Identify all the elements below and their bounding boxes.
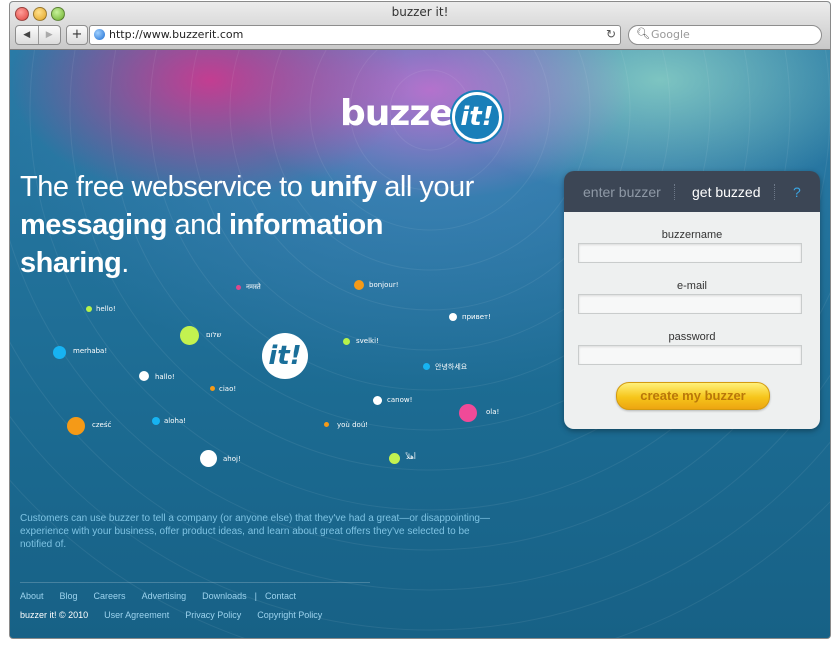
bubble-dot bbox=[210, 386, 215, 391]
tab-enter-buzzer[interactable]: enter buzzer bbox=[583, 184, 661, 200]
create-buzzer-button[interactable]: create my buzzer bbox=[616, 382, 770, 410]
buzzername-input[interactable] bbox=[578, 243, 802, 263]
footer-link-copyright-policy[interactable]: Copyright Policy bbox=[257, 610, 322, 620]
bubble-label: hallo! bbox=[155, 373, 175, 381]
search-field[interactable]: 🔍︎ Google bbox=[628, 25, 822, 45]
buzzername-label: buzzername bbox=[661, 229, 723, 241]
bubble-dot bbox=[139, 371, 149, 381]
reload-icon[interactable]: ↻ bbox=[606, 27, 616, 41]
tab-get-buzzed[interactable]: get buzzed bbox=[692, 184, 761, 200]
bubble-dot bbox=[53, 346, 66, 359]
bubble-label: svelki! bbox=[356, 337, 379, 345]
logo-wordmark: buzzer bbox=[340, 93, 470, 134]
bubble-dot bbox=[180, 326, 199, 345]
browser-window: buzzer it! ◀ ▶ + http://www.buzzerit.com… bbox=[9, 1, 831, 639]
headline-text: . bbox=[121, 247, 129, 279]
bubble-label: أهلاً bbox=[406, 453, 416, 461]
headline-text: and bbox=[167, 209, 229, 241]
footer-link-blog[interactable]: Blog bbox=[60, 591, 78, 601]
forward-button[interactable]: ▶ bbox=[37, 26, 61, 44]
footer-link-privacy-policy[interactable]: Privacy Policy bbox=[185, 610, 241, 620]
headline-emphasis: information bbox=[229, 209, 384, 241]
bubble-label: aloha! bbox=[164, 417, 187, 425]
headline-text: all your bbox=[376, 171, 474, 203]
footer-link-careers[interactable]: Careers bbox=[94, 591, 126, 601]
history-nav: ◀ ▶ bbox=[15, 25, 61, 45]
plus-icon: + bbox=[71, 27, 83, 42]
bubble-label: שלום bbox=[206, 331, 222, 339]
headline-emphasis: messaging bbox=[20, 209, 168, 241]
bubble-label: merhaba! bbox=[73, 347, 108, 355]
bubble-label: ciao! bbox=[219, 385, 237, 393]
bubble-dot bbox=[354, 280, 364, 290]
bubble-dot bbox=[67, 417, 85, 435]
footer-link-downloads[interactable]: Downloads bbox=[202, 591, 247, 601]
bubble-dot bbox=[459, 404, 477, 422]
tab-divider bbox=[774, 184, 776, 200]
footer-link-user-agreement[interactable]: User Agreement bbox=[104, 610, 169, 620]
bubble-label: ola! bbox=[486, 408, 500, 416]
bubble-label: bonjour! bbox=[369, 281, 399, 289]
bubble-label: 안녕하세요 bbox=[435, 363, 468, 371]
search-icon: 🔍︎ bbox=[636, 27, 650, 40]
headline-emphasis: unify bbox=[309, 171, 377, 203]
footer-nav: About Blog Careers Advertising Downloads… bbox=[20, 591, 296, 601]
add-bookmark-button[interactable]: + bbox=[66, 25, 88, 45]
bubble-dot bbox=[343, 338, 350, 345]
bubble-label: hello! bbox=[96, 305, 116, 313]
panel-tabs: enter buzzer get buzzed ? bbox=[564, 171, 820, 212]
footer-link-contact[interactable]: Contact bbox=[265, 591, 296, 601]
logo-badge: it! bbox=[452, 92, 502, 142]
bubble-dot bbox=[236, 285, 241, 290]
tab-divider bbox=[674, 184, 676, 200]
email-label: e-mail bbox=[677, 280, 707, 292]
web-page: buzzer it! The free webservice to unify … bbox=[10, 50, 830, 638]
bubble-dot bbox=[86, 306, 92, 312]
email-input[interactable] bbox=[578, 294, 802, 314]
signup-form: buzzername e-mail password create my buz… bbox=[564, 212, 820, 429]
footer-link-about[interactable]: About bbox=[20, 591, 44, 601]
browser-titlebar: buzzer it! ◀ ▶ + http://www.buzzerit.com… bbox=[10, 2, 830, 50]
bubble-dot bbox=[152, 417, 160, 425]
footer-legal: buzzer it! © 2010 User Agreement Privacy… bbox=[20, 610, 338, 620]
bubble-label: привет! bbox=[462, 313, 491, 321]
footer-separator: | bbox=[254, 591, 257, 601]
headline-text: The free webservice to bbox=[20, 171, 310, 203]
password-label: password bbox=[668, 331, 716, 343]
back-button[interactable]: ◀ bbox=[16, 26, 38, 44]
page-headline: The free webservice to unify all your me… bbox=[20, 168, 490, 282]
bubble-dot bbox=[423, 363, 430, 370]
address-bar[interactable]: http://www.buzzerit.com ↻ bbox=[89, 25, 621, 45]
bubble-label: canow! bbox=[387, 396, 413, 404]
description-text: Customers can use buzzer to tell a compa… bbox=[20, 513, 490, 550]
forward-arrow-icon: ▶ bbox=[45, 30, 53, 40]
footer-divider bbox=[20, 582, 370, 583]
footer-link-advertising[interactable]: Advertising bbox=[142, 591, 187, 601]
search-placeholder: Google bbox=[651, 28, 690, 41]
copyright-text: buzzer it! © 2010 bbox=[20, 610, 89, 620]
signup-panel: enter buzzer get buzzed ? buzzername e-m… bbox=[564, 171, 820, 429]
bubble-label: ahoj! bbox=[223, 455, 241, 463]
back-arrow-icon: ◀ bbox=[23, 30, 31, 40]
bubble-label: नमस्ते bbox=[246, 283, 261, 291]
password-input[interactable] bbox=[578, 345, 802, 365]
bubble-dot bbox=[324, 422, 329, 427]
center-it-badge: it! bbox=[262, 333, 308, 379]
globe-icon bbox=[94, 29, 105, 40]
bubble-dot bbox=[389, 453, 400, 464]
headline-emphasis: sharing bbox=[20, 247, 122, 279]
address-url[interactable]: http://www.buzzerit.com bbox=[109, 28, 243, 41]
help-link[interactable]: ? bbox=[793, 184, 801, 200]
bubble-label: yoù doú! bbox=[337, 421, 369, 429]
window-title: buzzer it! bbox=[391, 5, 449, 19]
bubble-dot bbox=[373, 396, 382, 405]
bubble-label: cześć bbox=[92, 421, 112, 429]
bubble-dot bbox=[200, 450, 217, 467]
bubble-dot bbox=[449, 313, 457, 321]
